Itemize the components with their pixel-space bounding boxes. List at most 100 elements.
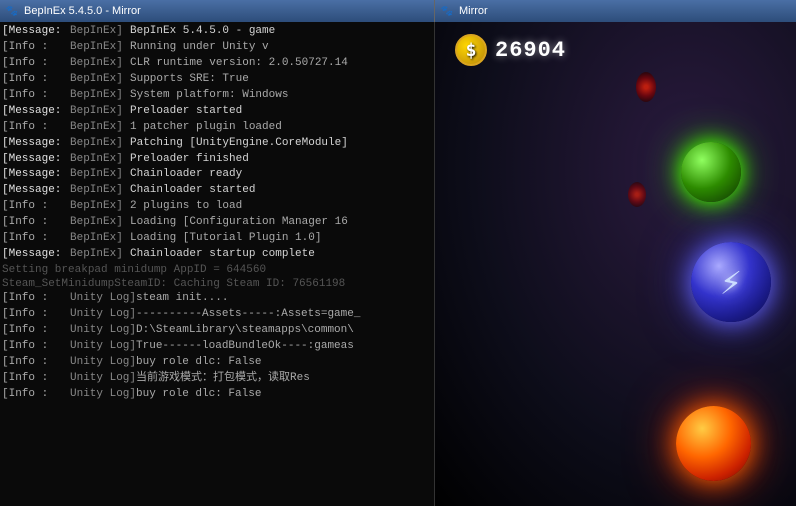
- log-line: [Info : Unity Log] ----------Assets-----…: [0, 307, 434, 323]
- log-source: BepInEx]: [70, 56, 130, 72]
- coin-value: 26904: [495, 38, 566, 63]
- log-message: buy role dlc: False: [136, 387, 261, 403]
- log-message: Preloader started: [130, 104, 242, 120]
- log-message: Chainloader ready: [130, 167, 242, 183]
- log-source: Unity Log]: [70, 387, 136, 403]
- log-type: [Message:: [2, 167, 70, 183]
- log-separator: Setting breakpad minidump AppID = 644560: [0, 263, 434, 277]
- log-message: 2 plugins to load: [130, 199, 242, 215]
- console-window-icon: 🐾: [4, 3, 20, 19]
- title-bars: 🐾 BepInEx 5.4.5.0 - Mirror 🐾 Mirror: [0, 0, 796, 22]
- log-type: [Message:: [2, 152, 70, 168]
- log-type: [Info :: [2, 199, 70, 215]
- log-source: Unity Log]: [70, 339, 136, 355]
- log-source: BepInEx]: [70, 231, 130, 247]
- log-source: BepInEx]: [70, 24, 130, 40]
- coin-symbol: $: [466, 40, 477, 61]
- log-type: [Info :: [2, 387, 70, 403]
- log-source: BepInEx]: [70, 136, 130, 152]
- log-source: BepInEx]: [70, 104, 130, 120]
- log-line: [Message: BepInEx] Preloader finished: [0, 152, 434, 168]
- log-type: [Message:: [2, 136, 70, 152]
- log-line: [Info : BepInEx] Running under Unity v: [0, 40, 434, 56]
- log-separator: Steam_SetMinidumpSteamID: Caching Steam …: [0, 277, 434, 291]
- main-content: [Message: BepInEx] BepInEx 5.4.5.0 - gam…: [0, 22, 796, 506]
- log-line: [Info : BepInEx] Loading [Tutorial Plugi…: [0, 231, 434, 247]
- log-type: [Info :: [2, 371, 70, 387]
- coin-icon: $: [455, 34, 487, 66]
- log-source: Unity Log]: [70, 291, 136, 307]
- log-line: [Info : BepInEx] System platform: Window…: [0, 88, 434, 104]
- log-source: BepInEx]: [70, 120, 130, 136]
- log-source: Unity Log]: [70, 371, 136, 387]
- log-message: Chainloader started: [130, 183, 255, 199]
- orb-fire: [676, 406, 751, 481]
- log-message: Loading [Configuration Manager 16: [130, 215, 348, 231]
- log-type: [Info :: [2, 231, 70, 247]
- orb-lightning: ⚡: [691, 242, 771, 322]
- log-source: BepInEx]: [70, 183, 130, 199]
- log-type: [Info :: [2, 56, 70, 72]
- eye-decoration-right: [628, 182, 646, 207]
- coin-display: $ 26904: [455, 34, 566, 66]
- log-type: [Info :: [2, 215, 70, 231]
- game-panel: $ 26904 ⚡: [435, 22, 796, 506]
- title-bar-console: 🐾 BepInEx 5.4.5.0 - Mirror: [0, 0, 435, 22]
- log-line: [Message: BepInEx] BepInEx 5.4.5.0 - gam…: [0, 24, 434, 40]
- log-type: [Message:: [2, 183, 70, 199]
- log-line: [Info : Unity Log] steam init....: [0, 291, 434, 307]
- log-line: [Info : BepInEx] Supports SRE: True: [0, 72, 434, 88]
- log-message: D:\SteamLibrary\steamapps\common\: [136, 323, 354, 339]
- log-source: BepInEx]: [70, 215, 130, 231]
- eye-decoration-left: [636, 72, 656, 102]
- log-message: Supports SRE: True: [130, 72, 249, 88]
- log-line: [Message: BepInEx] Patching [UnityEngine…: [0, 136, 434, 152]
- title-bar-game: 🐾 Mirror: [435, 0, 796, 22]
- log-message: True------loadBundleOk----:gameas: [136, 339, 354, 355]
- log-message: CLR runtime version: 2.0.50727.14: [130, 56, 348, 72]
- log-line: [Info : BepInEx] 1 patcher plugin loaded: [0, 120, 434, 136]
- log-line: [Info : BepInEx] 2 plugins to load: [0, 199, 434, 215]
- log-source: Unity Log]: [70, 307, 136, 323]
- log-line: [Message: BepInEx] Preloader started: [0, 104, 434, 120]
- log-type: [Message:: [2, 247, 70, 263]
- log-type: [Info :: [2, 88, 70, 104]
- log-message: Patching [UnityEngine.CoreModule]: [130, 136, 348, 152]
- log-type: [Info :: [2, 307, 70, 323]
- log-source: BepInEx]: [70, 88, 130, 104]
- log-line: [Message: BepInEx] Chainloader ready: [0, 167, 434, 183]
- log-type: [Info :: [2, 120, 70, 136]
- log-message: 1 patcher plugin loaded: [130, 120, 282, 136]
- log-message: Preloader finished: [130, 152, 249, 168]
- console-panel[interactable]: [Message: BepInEx] BepInEx 5.4.5.0 - gam…: [0, 22, 435, 506]
- log-type: [Info :: [2, 323, 70, 339]
- orb-green: [681, 142, 741, 202]
- log-type: [Message:: [2, 24, 70, 40]
- log-line: [Info : Unity Log] buy role dlc: False: [0, 387, 434, 403]
- log-line: [Info : Unity Log] True------loadBundleO…: [0, 339, 434, 355]
- log-line: [Info : Unity Log] 当前游戏模式：打包模式，读取Res: [0, 371, 434, 387]
- log-message: Loading [Tutorial Plugin 1.0]: [130, 231, 321, 247]
- log-message: BepInEx 5.4.5.0 - game: [130, 24, 275, 40]
- log-line: [Message: BepInEx] Chainloader started: [0, 183, 434, 199]
- log-source: BepInEx]: [70, 247, 130, 263]
- log-type: [Info :: [2, 40, 70, 56]
- game-window-icon: 🐾: [439, 3, 455, 19]
- log-source: BepInEx]: [70, 40, 130, 56]
- game-window-title: Mirror: [459, 5, 488, 17]
- log-type: [Info :: [2, 339, 70, 355]
- log-message: Running under Unity v: [130, 40, 269, 56]
- log-message: 当前游戏模式：打包模式，读取Res: [136, 371, 310, 387]
- log-source: Unity Log]: [70, 323, 136, 339]
- log-type: [Info :: [2, 291, 70, 307]
- log-line: [Message: BepInEx] Chainloader startup c…: [0, 247, 434, 263]
- log-source: BepInEx]: [70, 167, 130, 183]
- log-type: [Info :: [2, 355, 70, 371]
- log-line: [Info : BepInEx] Loading [Configuration …: [0, 215, 434, 231]
- log-message: steam init....: [136, 291, 228, 307]
- log-type: [Message:: [2, 104, 70, 120]
- log-source: BepInEx]: [70, 152, 130, 168]
- log-message: ----------Assets-----:Assets=game_: [136, 307, 360, 323]
- log-source: Unity Log]: [70, 355, 136, 371]
- log-line: [Info : Unity Log] D:\SteamLibrary\steam…: [0, 323, 434, 339]
